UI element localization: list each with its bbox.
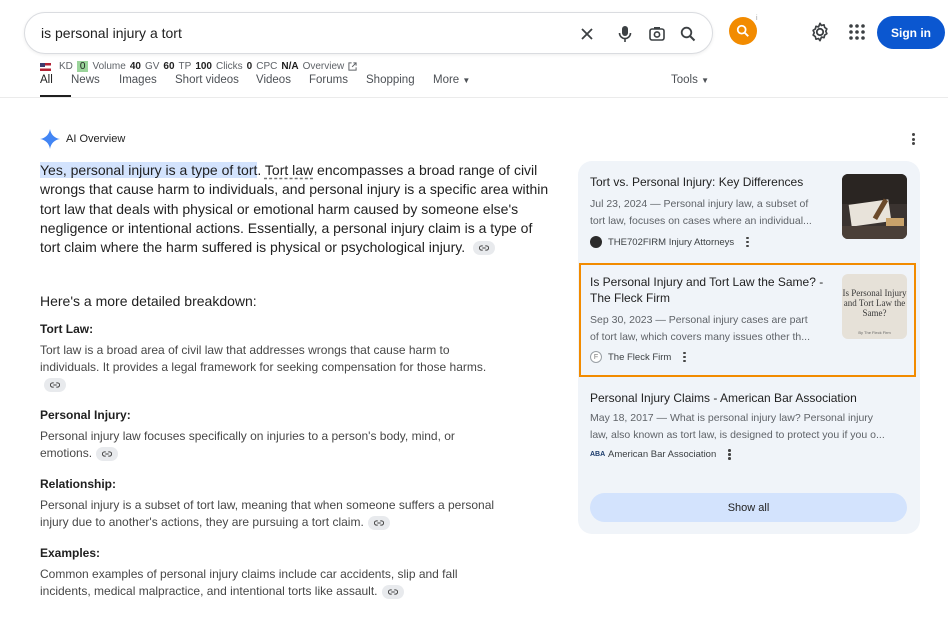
section-title-tort-law: Tort Law: [40,322,94,336]
cpc-label: CPC [256,61,278,72]
source-link-chip[interactable] [473,241,495,256]
sign-in-button[interactable]: Sign in [877,16,945,49]
source-link-chip[interactable] [96,447,119,462]
snippet-line: Jul 23, 2024 — Personal injury law, a su… [590,198,809,210]
section-body-examples: Common examples of personal injury claim… [40,566,510,601]
microphone-icon[interactable] [613,22,637,46]
ai-overview-summary: Yes, personal injury is a type of tort. … [40,161,550,257]
volume-label: Volume [92,61,126,72]
tp-value: 100 [195,61,212,72]
source-title[interactable]: Tort vs. Personal Injury: Key Difference… [590,174,830,190]
tools-menu[interactable]: Tools ▼ [671,74,709,86]
period: . [257,162,262,178]
link-icon [373,520,384,526]
caret-down-icon: ▼ [701,76,709,85]
source-snippet: May 18, 2017 — What is personal injury l… [590,410,908,443]
ai-overview-title: AI Overview [66,133,126,145]
overview-link[interactable]: Overview [303,61,345,72]
tort-law-link[interactable]: Tort law [265,162,313,178]
gemini-sparkle-icon [40,129,60,149]
source-card[interactable]: Personal Injury Claims - American Bar As… [590,390,908,460]
link-icon [50,382,60,389]
search-results-page: is personal injury a tort i Sign in KD 0 [0,0,948,623]
tab-forums[interactable]: Forums [309,74,366,86]
section-body-text: Tort law is a broad area of civil law th… [40,343,487,375]
tab-short-videos[interactable]: Short videos [175,74,256,86]
volume-value: 40 [129,61,141,72]
cpc-value: N/A [281,61,299,72]
seo-metrics-bar: KD 0 Volume 40 GV 60 TP 100 Clicks 0 CPC N/A … [40,61,357,72]
search-box[interactable]: is personal injury a tort [24,12,713,54]
section-body-tort-law: Tort law is a broad area of civil law th… [40,342,510,394]
section-title-examples: Examples: [40,546,101,560]
section-body-personal-injury: Personal injury law focuses specifically… [40,428,510,463]
clicks-label: Clicks [216,61,243,72]
tab-images[interactable]: Images [119,74,175,86]
external-link-icon [348,62,357,71]
site-favicon-icon: ABA [590,451,606,458]
search-icon[interactable] [676,22,700,46]
tab-all[interactable]: All [40,74,71,98]
more-options-icon[interactable] [906,131,920,147]
kd-label: KD [59,61,73,72]
clear-icon[interactable] [575,22,599,46]
ai-overview-header: AI Overview [40,129,125,149]
source-snippet: Jul 23, 2024 — Personal injury law, a su… [590,196,830,229]
gear-icon[interactable] [809,21,831,43]
tab-videos[interactable]: Videos [256,74,309,86]
tab-more[interactable]: More ▼ [433,74,470,86]
clicks-value: 0 [246,61,253,72]
caret-down-icon: ▼ [462,76,471,85]
tab-news[interactable]: News [71,74,119,86]
source-link-chip[interactable] [381,585,404,600]
site-name: American Bar Association [608,449,717,460]
source-title[interactable]: Personal Injury Claims - American Bar As… [590,390,908,406]
tab-more-label: More [433,74,460,86]
link-icon [102,451,113,457]
lens-icon[interactable] [645,22,669,46]
tools-label: Tools [671,74,698,86]
more-options-icon[interactable] [728,449,731,460]
extension-search-icon[interactable] [729,17,757,45]
section-body-relationship: Personal injury is a subset of tort law,… [40,497,510,532]
gv-label: GV [144,61,160,72]
search-tabs: All News Images Short videos Videos Foru… [40,74,470,98]
extension-superscript: i [756,15,758,22]
more-options-icon[interactable] [746,236,749,248]
breakdown-heading: Here's a more detailed breakdown: [40,293,257,309]
search-input[interactable]: is personal injury a tort [41,25,182,41]
selection-highlight [579,263,916,377]
source-site: ABA American Bar Association [590,449,908,460]
show-all-button[interactable]: Show all [590,493,907,522]
tab-shopping[interactable]: Shopping [366,74,433,86]
link-icon [479,245,489,252]
site-favicon-icon [590,236,602,248]
section-title-personal-injury: Personal Injury: [40,408,131,422]
section-body-text: Personal injury is a subset of tort law,… [40,498,495,530]
header-divider [0,97,948,98]
highlighted-answer: Yes, personal injury is a type of tort [40,162,258,178]
source-link-chip[interactable] [44,378,66,393]
site-name: THE702FIRM Injury Attorneys [608,236,735,248]
apps-grid-icon[interactable] [847,22,867,42]
us-flag-icon [40,62,51,71]
source-link-chip[interactable] [367,516,390,531]
gv-value: 60 [163,61,175,72]
kd-value: 0 [76,61,89,72]
source-thumbnail[interactable] [842,174,907,239]
link-icon [387,589,398,595]
tp-label: TP [178,61,192,72]
snippet-line: law, also known as tort law, is designed… [590,428,885,441]
snippet-line: May 18, 2017 — What is personal injury l… [590,412,874,424]
section-title-relationship: Relationship: [40,477,117,491]
snippet-line: tort law, focuses on cases where an indi… [590,214,812,227]
